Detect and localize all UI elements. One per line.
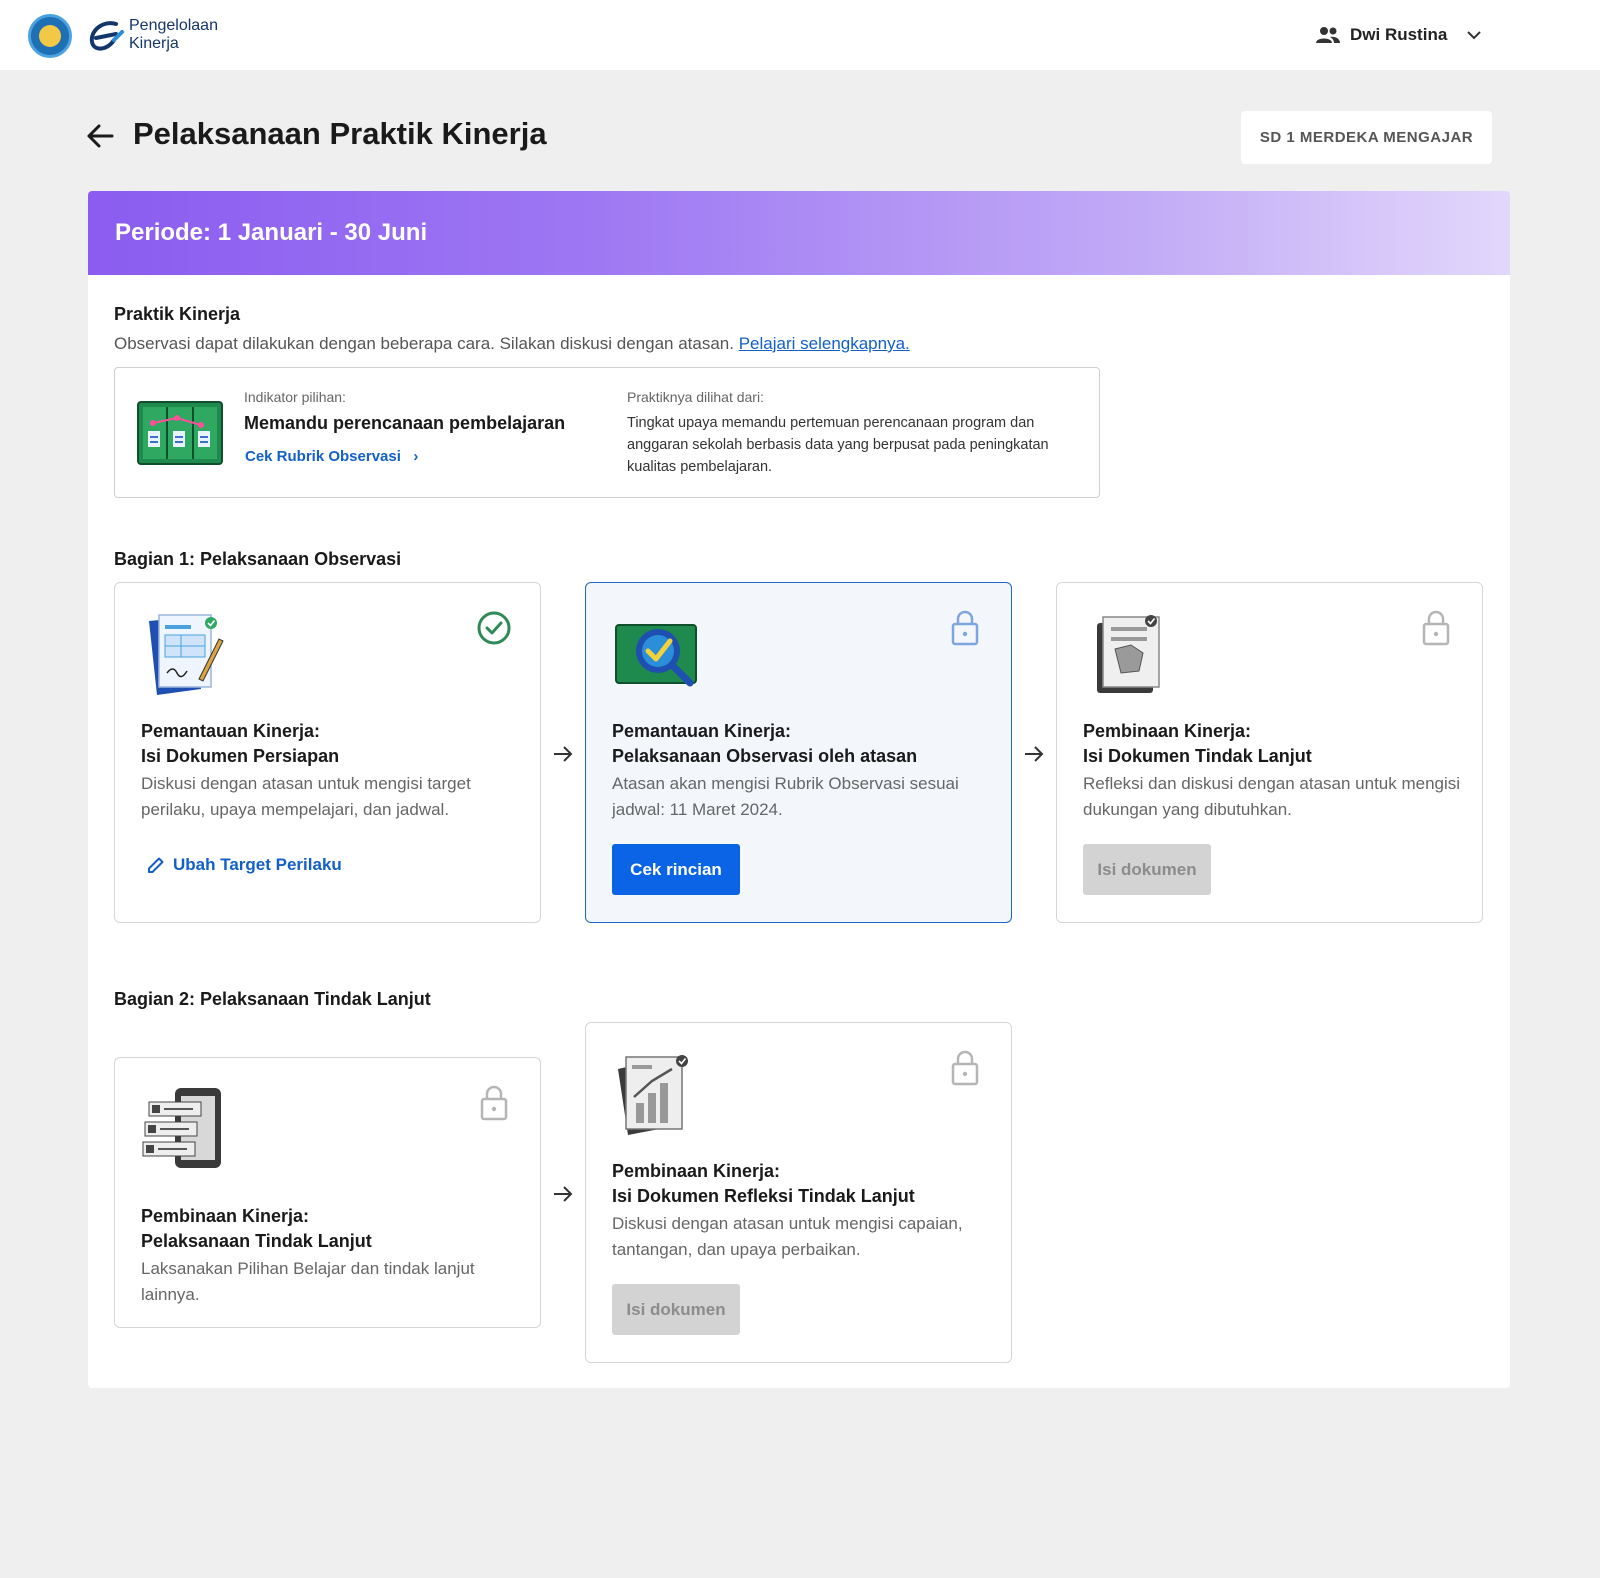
top-bar: Pengelolaan Kinerja Dwi Rustina <box>0 0 1600 70</box>
step-card-isi-dokumen-refleksi: Pembinaan Kinerja: Isi Dokumen Refleksi … <box>585 1022 1012 1363</box>
step-title-line2: Pelaksanaan Observasi oleh atasan <box>612 746 918 766</box>
app-name: Pengelolaan Kinerja <box>129 17 218 53</box>
step-title-line1: Pembinaan Kinerja: <box>612 1161 781 1181</box>
lock-icon <box>480 1085 508 1121</box>
step-card-pelaksanaan-observasi: Pemantauan Kinerja: Pelaksanaan Observas… <box>585 582 1012 923</box>
step-title-line2: Isi Dokumen Refleksi Tindak Lanjut <box>612 1186 915 1206</box>
edit-target-label: Ubah Target Perilaku <box>173 855 342 874</box>
checklist-phone-icon <box>142 1088 221 1168</box>
step-title-line2: Isi Dokumen Tindak Lanjut <box>1083 746 1312 766</box>
step-description: Diskusi dengan atasan untuk mengisi targ… <box>141 774 471 819</box>
arrow-right-icon <box>554 746 573 762</box>
indicator-value: Memandu perencanaan pembelajaran <box>244 413 566 433</box>
main-card: Periode: 1 Januari - 30 Juni Praktik Kin… <box>88 191 1510 1388</box>
rubric-link-label: Cek Rubrik Observasi <box>245 448 401 465</box>
step-title: Pembinaan Kinerja: Isi Dokumen Refleksi … <box>612 1159 915 1209</box>
chevron-right-icon: › <box>405 448 419 465</box>
ministry-emblem-logo <box>28 14 72 58</box>
lock-icon <box>951 1050 979 1086</box>
user-name: Dwi Rustina <box>1350 25 1448 44</box>
isi-dokumen-button: Isi dokumen <box>612 1284 740 1335</box>
learn-more-link[interactable]: Pelajari selengkapnya. <box>739 334 910 353</box>
check-circle-icon <box>477 611 511 645</box>
indicator-label: Indikator pilihan: <box>244 389 346 405</box>
app-name-line1: Pengelolaan <box>129 17 218 34</box>
step-title: Pembinaan Kinerja: Isi Dokumen Tindak La… <box>1083 719 1312 769</box>
lock-icon <box>951 610 979 646</box>
step-description: Diskusi dengan atasan untuk mengisi capa… <box>612 1214 963 1259</box>
step-title-line1: Pemantauan Kinerja: <box>141 721 321 741</box>
section1-title: Bagian 1: Pelaksanaan Observasi <box>114 549 402 569</box>
cek-rincian-button[interactable]: Cek rincian <box>612 844 740 895</box>
lock-icon <box>1422 610 1450 646</box>
step-description: Laksanakan Pilihan Belajar dan tindak la… <box>141 1259 475 1304</box>
planning-board-icon <box>137 401 223 465</box>
observation-magnifier-icon <box>615 624 697 687</box>
app-name-line2: Kinerja <box>129 35 179 52</box>
praktik-description: Observasi dapat dilakukan dengan beberap… <box>114 334 910 354</box>
section2-title: Bagian 2: Pelaksanaan Tindak Lanjut <box>114 989 431 1009</box>
step-card-isi-dokumen-tindak-lanjut: Pembinaan Kinerja: Isi Dokumen Tindak La… <box>1056 582 1483 923</box>
indicator-card: Indikator pilihan: Memandu perencanaan p… <box>114 367 1100 498</box>
seen-from-label: Praktiknya dilihat dari: <box>627 389 764 405</box>
step-title-line1: Pembinaan Kinerja: <box>141 1206 310 1226</box>
step-card-isi-dokumen-persiapan: Pemantauan Kinerja: Isi Dokumen Persiapa… <box>114 582 541 923</box>
step-title: Pemantauan Kinerja: Pelaksanaan Observas… <box>612 719 917 769</box>
page-title: Pelaksanaan Praktik Kinerja <box>133 116 547 151</box>
arrow-right-icon <box>1025 746 1044 762</box>
step-title-line2: Isi Dokumen Persiapan <box>141 746 340 766</box>
period-banner: Periode: 1 Januari - 30 Juni <box>88 191 1510 275</box>
seen-from-value: Tingkat upaya memandu pertemuan perencan… <box>627 415 1049 475</box>
step-title-line1: Pemantauan Kinerja: <box>612 721 792 741</box>
rubric-link[interactable]: Cek Rubrik Observasi › <box>245 448 418 465</box>
step-title: Pembinaan Kinerja: Pelaksanaan Tindak La… <box>141 1204 372 1254</box>
pencil-icon <box>148 857 164 873</box>
step-title: Pemantauan Kinerja: Isi Dokumen Persiapa… <box>141 719 339 769</box>
step-title-line2: Pelaksanaan Tindak Lanjut <box>141 1231 372 1251</box>
praktik-title: Praktik Kinerja <box>114 304 241 324</box>
user-menu[interactable]: Dwi Rustina <box>1316 20 1482 50</box>
follow-up-document-icon <box>1097 615 1160 693</box>
chevron-down-icon <box>1467 31 1482 40</box>
arrow-left-icon[interactable] <box>84 120 116 152</box>
step-description: Atasan akan mengisi Rubrik Observasi ses… <box>612 774 959 819</box>
reflection-chart-document-icon <box>618 1055 688 1135</box>
step-description: Refleksi dan diskusi dengan atasan untuk… <box>1083 774 1461 819</box>
arrow-right-icon <box>554 1186 573 1202</box>
school-badge: SD 1 MERDEKA MENGAJAR <box>1241 111 1492 164</box>
users-icon <box>1316 27 1340 43</box>
isi-dokumen-button: Isi dokumen <box>1083 844 1211 895</box>
step-title-line1: Pembinaan Kinerja: <box>1083 721 1252 741</box>
edit-target-link[interactable]: Ubah Target Perilaku <box>147 855 342 875</box>
praktik-desc-text: Observasi dapat dilakukan dengan beberap… <box>114 334 734 353</box>
document-form-icon <box>149 614 224 695</box>
app-logo-icon <box>89 21 124 51</box>
step-card-pelaksanaan-tindak-lanjut: Pembinaan Kinerja: Pelaksanaan Tindak La… <box>114 1057 541 1328</box>
